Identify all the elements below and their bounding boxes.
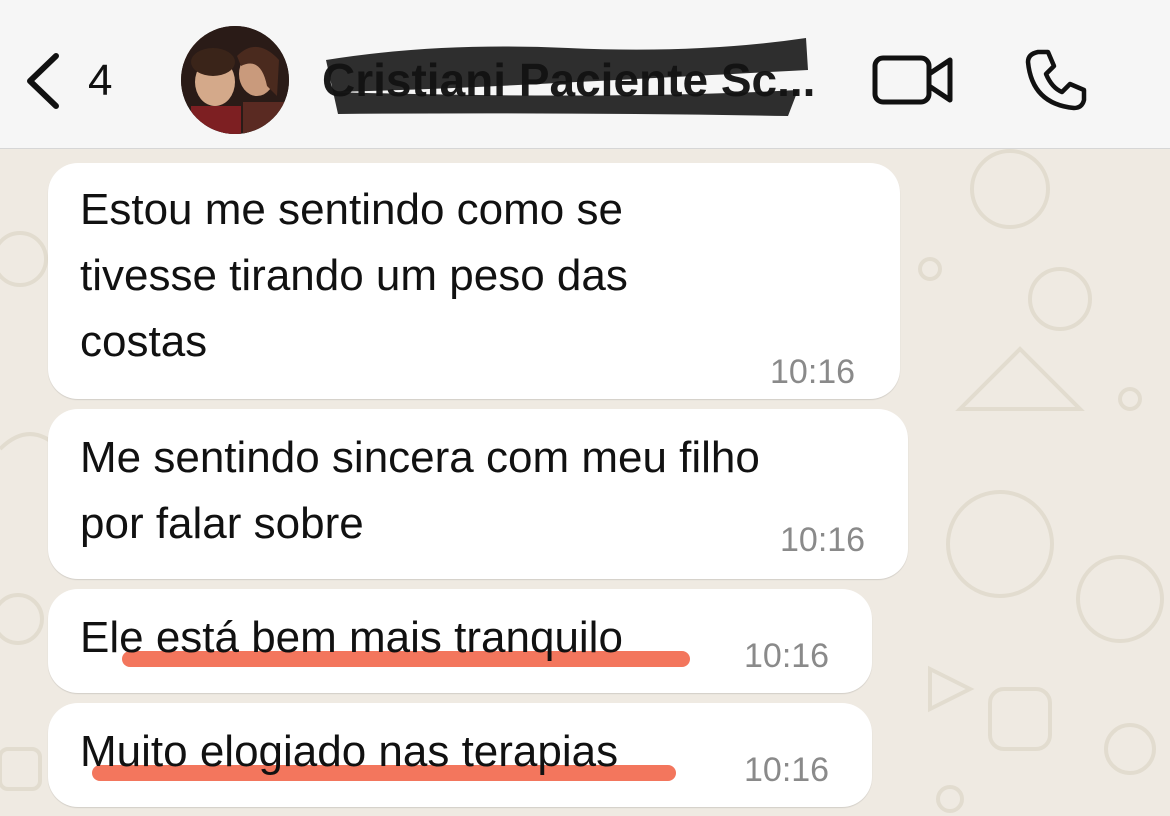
message-timestamp: 10:16 — [780, 521, 866, 559]
voice-call-button[interactable] — [1024, 48, 1088, 112]
avatar-photo — [181, 26, 289, 134]
back-button[interactable]: 4 — [22, 50, 112, 112]
chat-header: 4 Cristiani Paciente Sc... — [0, 0, 1170, 149]
message-text-line: Muito elogiado nas terapias — [80, 727, 619, 776]
chevron-left-icon — [27, 53, 59, 109]
message-text-line: costas — [80, 317, 208, 366]
message-text-line: tivesse tirando um peso das — [80, 251, 628, 300]
message-bubble[interactable]: Me sentindo sincera com meu filho por fa… — [48, 409, 908, 579]
message-timestamp: 10:16 — [770, 353, 856, 391]
message-timestamp: 10:16 — [744, 637, 830, 675]
message-text-line: Estou me sentindo como se — [80, 185, 623, 234]
message-text-line: Me sentindo sincera com meu filho — [80, 433, 760, 482]
message-text-line: por falar sobre — [80, 499, 364, 548]
message-timestamp: 10:16 — [744, 751, 830, 789]
phone-icon — [1025, 49, 1087, 111]
message-list[interactable]: Estou me sentindo como se tivesse tirand… — [0, 149, 1170, 816]
video-camera-icon — [872, 55, 953, 105]
message-bubble[interactable]: Ele está bem mais tranquilo 10:16 — [48, 589, 872, 693]
unread-count: 4 — [88, 56, 113, 105]
contact-name[interactable]: Cristiani Paciente Sc... — [322, 50, 832, 110]
message-bubble[interactable]: Muito elogiado nas terapias 10:16 — [48, 703, 872, 807]
avatar[interactable] — [181, 26, 289, 134]
message-text-line: Ele está bem mais tranquilo — [80, 613, 623, 662]
message-bubble[interactable]: Estou me sentindo como se tivesse tirand… — [48, 163, 900, 399]
video-call-button[interactable] — [872, 52, 954, 108]
